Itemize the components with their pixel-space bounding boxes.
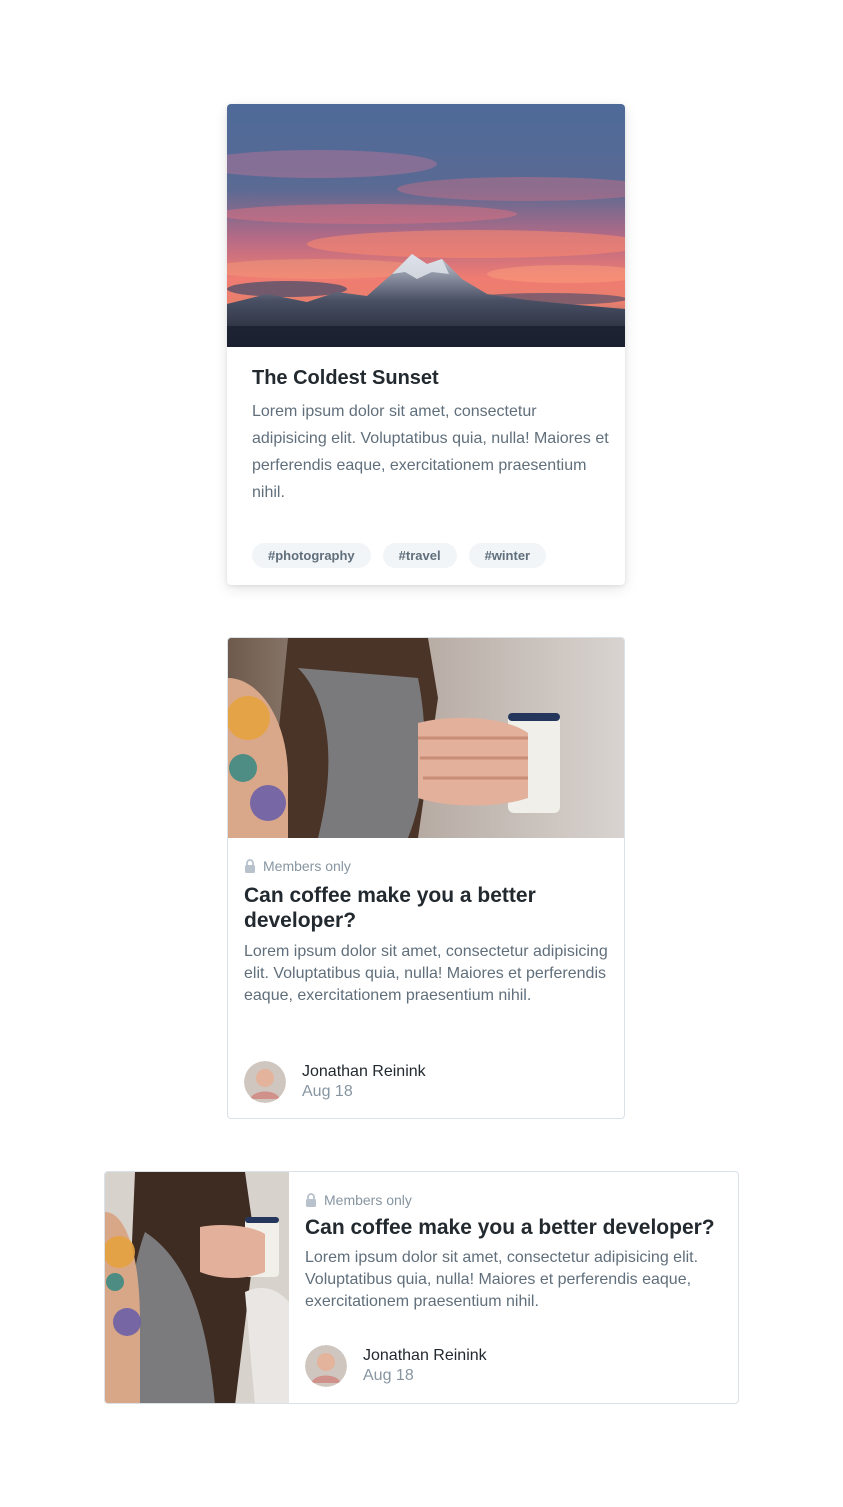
card-title: The Coldest Sunset [252,367,439,389]
coffee-image [105,1172,289,1403]
avatar[interactable] [244,1061,286,1103]
author-info: Jonathan Reinink Aug 18 [244,1061,426,1103]
tag-list: #photography #travel #winter [252,543,547,568]
tag-winter[interactable]: #winter [468,543,547,568]
card-description: Lorem ipsum dolor sit amet, consectetur … [244,943,608,1004]
card-content: Members only Can coffee make you a bette… [289,1172,738,1403]
author-name[interactable]: Jonathan Reinink [363,1346,487,1366]
members-only-label: Members only [263,858,351,874]
lock-icon [245,859,255,873]
author-name[interactable]: Jonathan Reinink [302,1062,426,1082]
coffee-image [228,638,624,838]
members-only-label: Members only [324,1192,412,1208]
card-title[interactable]: Can coffee make you a better developer? [244,883,594,933]
lock-icon [306,1193,316,1207]
coffee-card-horizontal: Members only Can coffee make you a bette… [104,1171,739,1404]
members-only-badge: Members only [244,857,351,875]
card-description: Lorem ipsum dolor sit amet, consectetur … [252,403,609,501]
sunset-card: The Coldest Sunset Lorem ipsum dolor sit… [227,104,625,585]
publish-date: Aug 18 [302,1083,353,1100]
publish-date: Aug 18 [363,1367,414,1384]
coffee-card-vertical: Members only Can coffee make you a bette… [227,637,625,1119]
sunset-image [227,104,625,347]
tag-travel[interactable]: #travel [382,543,457,568]
card-title[interactable]: Can coffee make you a better developer? [305,1215,735,1241]
author-info: Jonathan Reinink Aug 18 [305,1345,487,1387]
members-only-badge: Members only [305,1191,412,1209]
card-description: Lorem ipsum dolor sit amet, consectetur … [305,1249,699,1310]
avatar[interactable] [305,1345,347,1387]
tag-photography[interactable]: #photography [252,543,371,568]
